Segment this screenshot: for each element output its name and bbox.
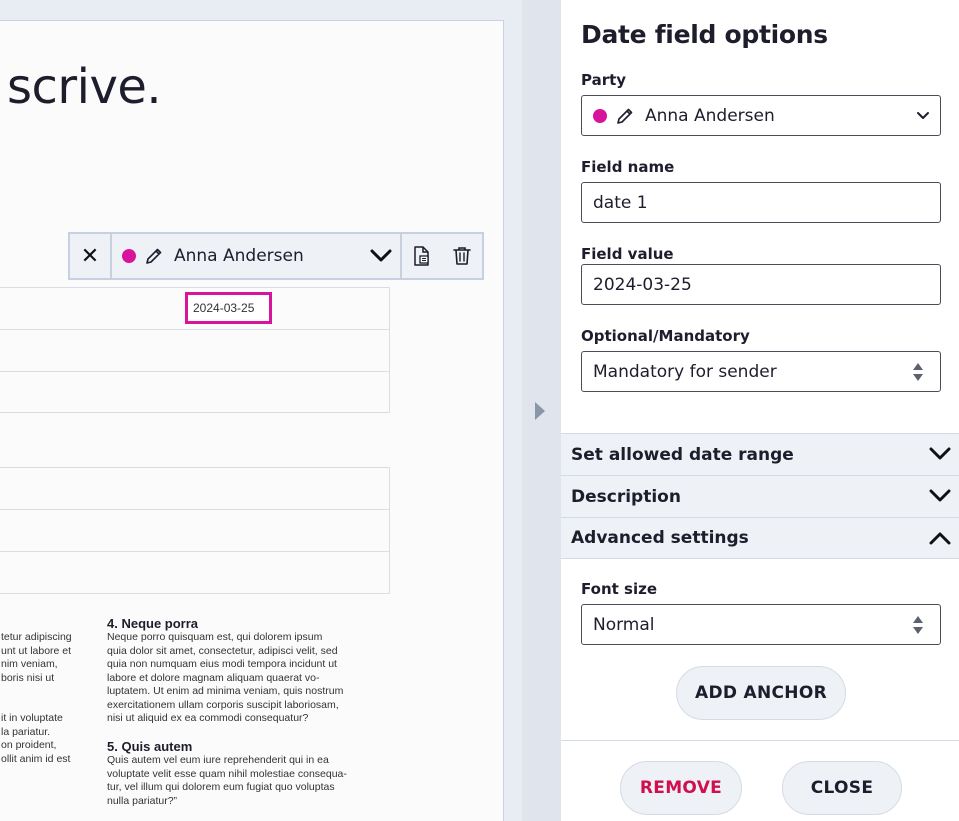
table-line [0,412,390,413]
body-text-left: tetur adipiscing unt ut labore et nim ve… [1,631,72,765]
table-line [0,593,390,594]
close-button[interactable]: CLOSE [782,761,902,815]
party-label: Party [581,71,627,89]
field-value-label: Field value [581,245,674,263]
scrive-logo: scrive. [7,59,162,115]
chevron-right-icon [535,402,545,420]
field-toolbar: ✕ Anna Andersen [68,232,484,280]
chevron-down-icon [929,447,951,460]
section-date-range[interactable]: Set allowed date range [561,433,959,475]
toolbar-party-name: Anna Andersen [174,246,304,266]
font-size-label: Font size [581,580,657,598]
section-5-text: Quis autem vel eum iure reprehenderit qu… [107,754,347,807]
chevron-down-icon [929,489,951,502]
add-anchor-button[interactable]: ADD ANCHOR [676,666,846,720]
section-5-heading: 5. Quis autem [107,739,193,754]
date-field-value: 2024-03-25 [193,301,255,315]
party-select-value: Anna Andersen [645,105,775,126]
chevron-down-icon [917,112,929,119]
section-4-heading: 4. Neque porra [107,616,199,631]
section-date-range-label: Set allowed date range [571,444,794,465]
chevron-up-icon [929,532,951,545]
add-anchor-label: ADD ANCHOR [695,683,827,703]
font-size-select[interactable]: Normal [581,604,941,645]
optional-mandatory-value: Mandatory for sender [593,361,777,382]
field-name-label: Field name [581,158,675,176]
footer-divider [561,740,959,741]
document-placement-button[interactable] [402,234,442,278]
party-color-dot [593,108,607,123]
section-advanced-label: Advanced settings [571,528,749,548]
optional-mandatory-label: Optional/Mandatory [581,327,750,345]
remove-label: REMOVE [639,778,723,798]
party-color-dot [122,249,136,263]
panel-title: Date field options [581,20,828,49]
panel-collapse-handle[interactable] [522,0,561,821]
toolbar-party-select[interactable]: Anna Andersen [112,234,402,278]
field-name-value: date 1 [593,192,648,213]
section-description[interactable]: Description [561,475,959,517]
table-line [0,551,390,552]
trash-icon [453,247,471,265]
document-page: scrive. tetur adipiscing unt ut labore e… [0,20,504,821]
font-size-value: Normal [593,614,655,635]
date-field-options-panel: Date field options Party Anna Andersen F… [561,0,959,821]
table-line [389,467,390,593]
date-field-placed[interactable]: 2024-03-25 [185,292,272,324]
table-line [0,509,390,510]
section-description-label: Description [571,486,681,507]
delete-field-button[interactable] [442,234,482,278]
toolbar-close-button[interactable]: ✕ [70,234,112,278]
section-4-text: Neque porro quisquam est, qui dolorem ip… [107,631,344,724]
pencil-icon [617,108,633,124]
document-icon [414,246,429,266]
table-line [389,287,390,412]
table-line [0,287,390,288]
close-icon: ✕ [80,243,100,269]
pencil-icon [146,248,162,264]
field-value-value: 2024-03-25 [593,274,692,295]
table-line [0,371,390,372]
select-arrows-icon [913,363,923,381]
remove-button[interactable]: REMOVE [620,761,742,815]
optional-mandatory-select[interactable]: Mandatory for sender [581,351,941,392]
party-select[interactable]: Anna Andersen [581,95,941,136]
field-value-input[interactable]: 2024-03-25 [581,264,941,305]
table-line [0,467,390,468]
select-arrows-icon [913,616,923,634]
table-line [0,329,390,330]
document-viewer: scrive. tetur adipiscing unt ut labore e… [0,0,522,821]
field-name-input[interactable]: date 1 [581,182,941,223]
close-label: CLOSE [810,778,874,798]
chevron-down-icon [370,249,392,262]
section-advanced-settings[interactable]: Advanced settings [561,517,959,559]
